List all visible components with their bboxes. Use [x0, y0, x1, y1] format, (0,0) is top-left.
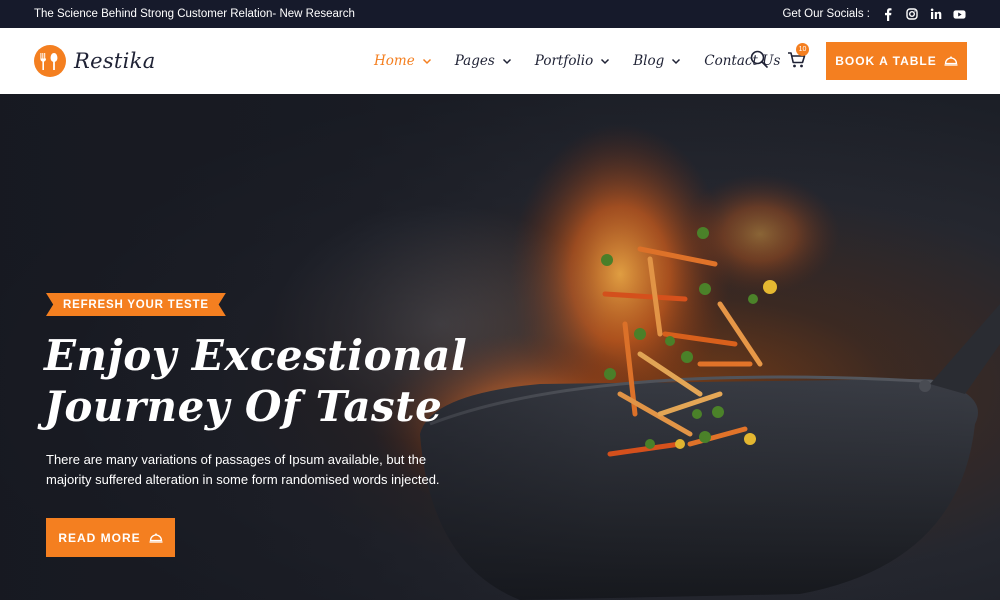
socials-label: Get Our Socials : [782, 8, 870, 20]
nav-item-blog[interactable]: Blog [633, 53, 681, 69]
top-bar-headline[interactable]: The Science Behind Strong Customer Relat… [34, 8, 355, 20]
cloche-icon [149, 532, 163, 543]
book-a-table-button[interactable]: BOOK A TABLE [826, 42, 967, 80]
cloche-icon [944, 56, 958, 66]
nav-label: Contact Us [704, 53, 781, 69]
logo[interactable]: Restika [34, 45, 156, 77]
logo-icon [34, 45, 66, 77]
cart-count-badge: 10 [796, 43, 809, 56]
nav-item-home[interactable]: Home [374, 53, 432, 69]
search-icon[interactable] [750, 50, 768, 68]
hero-title: Enjoy Excestional Journey Of Taste [44, 330, 504, 432]
chevron-down-icon [672, 58, 681, 65]
nav-item-portfolio[interactable]: Portfolio [535, 53, 610, 69]
hero-section: REFRESH YOUR TESTE Enjoy Excestional Jou… [0, 94, 1000, 600]
nav-label: Blog [633, 53, 665, 69]
social-links: Get Our Socials : [782, 7, 966, 21]
nav-item-pages[interactable]: Pages [455, 53, 512, 69]
hero-description: There are many variations of passages of… [46, 452, 440, 487]
top-bar: The Science Behind Strong Customer Relat… [0, 0, 1000, 28]
site-header: Restika Home Pages Portfolio Blog Contac… [0, 28, 1000, 94]
instagram-icon[interactable] [905, 8, 918, 21]
book-button-label: BOOK A TABLE [835, 54, 937, 68]
read-more-button[interactable]: READ MORE [46, 518, 175, 557]
hero-title-line-2: Journey Of Taste [44, 382, 443, 431]
hero-title-line-1: Enjoy Excestional [44, 331, 468, 380]
hero-tagline-badge: REFRESH YOUR TESTE [46, 293, 226, 316]
nav-item-contact-us[interactable]: Contact Us [704, 53, 780, 69]
nav-label: Home [374, 53, 415, 69]
read-more-label: READ MORE [58, 530, 141, 545]
main-nav: Home Pages Portfolio Blog Contact Us [374, 28, 780, 94]
chevron-down-icon [502, 58, 511, 65]
nav-label: Pages [454, 53, 495, 69]
nav-label: Portfolio [534, 53, 594, 69]
brand-name: Restika [74, 49, 156, 73]
chevron-down-icon [601, 58, 610, 65]
youtube-icon[interactable] [953, 8, 966, 21]
linkedin-icon[interactable] [929, 8, 942, 21]
chevron-down-icon [422, 58, 431, 65]
facebook-icon[interactable] [881, 7, 894, 21]
